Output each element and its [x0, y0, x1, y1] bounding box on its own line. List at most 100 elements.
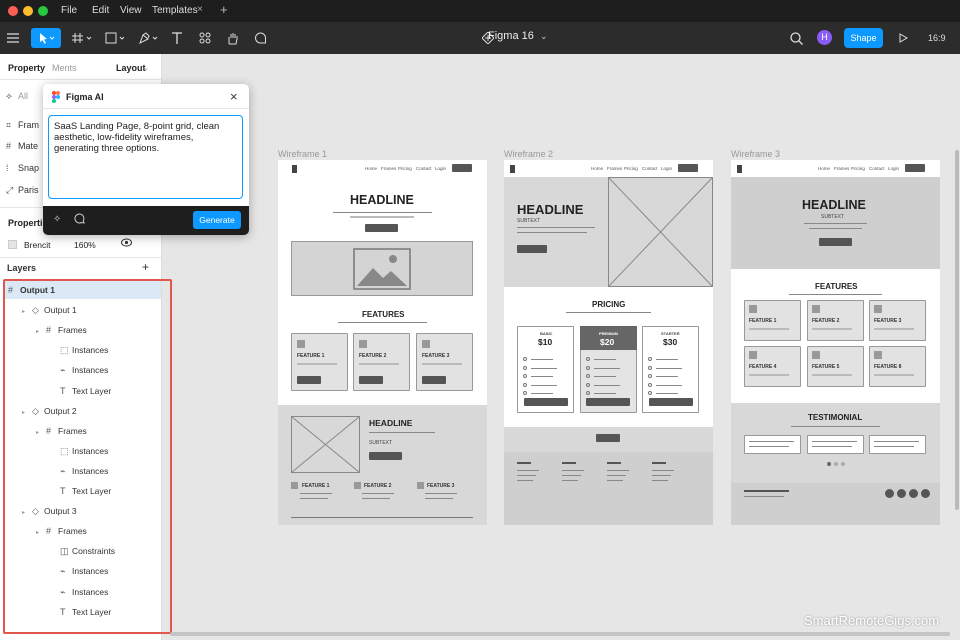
minimize-window-button[interactable]: [23, 6, 33, 16]
text-line: [874, 446, 914, 447]
plan-price: $30: [663, 337, 678, 347]
figma-logo-icon: [52, 91, 60, 105]
chevron-down-icon[interactable]: ⌄: [540, 31, 548, 42]
text-line: [425, 498, 453, 499]
close-window-button[interactable]: [8, 6, 18, 16]
wireframe-label[interactable]: Wireframe 1: [278, 149, 327, 159]
wireframe-label[interactable]: Wireframe 2: [504, 149, 553, 159]
new-tab-button[interactable]: +: [220, 2, 228, 17]
text-line: [812, 328, 852, 330]
maximize-window-button[interactable]: [38, 6, 48, 16]
feature-button: [359, 376, 383, 384]
chevron-down-icon[interactable]: ⌄: [143, 64, 149, 72]
text-line: [874, 374, 914, 376]
search-icon[interactable]: [788, 28, 804, 48]
property-name: Brencit: [24, 240, 51, 250]
eye-icon[interactable]: [121, 238, 132, 249]
section-title: FEATURES: [815, 282, 858, 291]
wireframe-3[interactable]: Home Frames Pricing Contact Login HEADLI…: [731, 160, 940, 525]
menu-edit[interactable]: Edit: [92, 5, 109, 16]
property-value[interactable]: 160%: [74, 240, 96, 250]
text-line: [656, 384, 682, 386]
check-icon: [523, 391, 527, 395]
signup-button: [905, 164, 925, 172]
wireframe-2[interactable]: Home Frames Pricing Contact Login HEADLI…: [504, 160, 713, 525]
tab-close-icon[interactable]: ×: [197, 4, 203, 15]
menu-item-snap[interactable]: ⁞ Snap: [6, 163, 39, 173]
plan-name: PREMIUM: [599, 331, 618, 336]
sparkle-icon[interactable]: ✧: [53, 214, 61, 225]
frame-tool-button[interactable]: [70, 28, 96, 48]
menu-item-paris[interactable]: ⤢ Paris: [6, 185, 39, 196]
vertical-scrollbar[interactable]: [955, 150, 959, 510]
comment-tool-button[interactable]: [252, 28, 268, 48]
pen-tool-button[interactable]: [136, 28, 162, 48]
image-placeholder: [291, 241, 473, 296]
headline: HEADLINE: [802, 198, 866, 212]
wireframe-1[interactable]: Home Frames Pricing Contact Login HEADLI…: [278, 160, 487, 525]
color-swatch[interactable]: [8, 240, 17, 249]
check-icon: [586, 382, 590, 387]
tab-property[interactable]: Property: [8, 63, 45, 73]
carousel-dot: [841, 462, 845, 466]
move-tool-button[interactable]: [31, 28, 61, 48]
shape-tool-button[interactable]: [103, 28, 129, 48]
text-tool-button[interactable]: [169, 28, 185, 48]
divider: [0, 257, 161, 258]
zoom-ratio[interactable]: 16:9: [928, 33, 946, 43]
text-line: [656, 359, 678, 360]
feature-title: FEATURE 1: [297, 353, 325, 359]
close-icon[interactable]: ×: [230, 89, 238, 104]
text-line: [744, 490, 789, 492]
divider: [338, 322, 427, 323]
check-icon: [648, 374, 652, 378]
add-layer-button[interactable]: +: [142, 260, 149, 274]
tab-ments[interactable]: Ments: [52, 63, 77, 73]
feature-title: FEATURE 3: [874, 318, 902, 324]
footer-link: [607, 480, 623, 481]
menu-view[interactable]: View: [120, 5, 142, 16]
testimonial-bubble: [869, 435, 926, 454]
footer-link: [562, 470, 584, 471]
tab-templates[interactable]: Templates: [152, 5, 198, 16]
menu-item-material[interactable]: # Mate: [6, 141, 38, 151]
avatar[interactable]: H: [817, 30, 832, 45]
testimonial-bubble: [807, 435, 864, 454]
divider: [333, 212, 432, 213]
text-line: [350, 216, 414, 218]
text-icon: [172, 32, 182, 44]
headline: HEADLINE: [517, 202, 584, 217]
generate-button[interactable]: Generate: [193, 211, 241, 229]
chat-icon[interactable]: [74, 213, 85, 226]
cta-button: [369, 452, 402, 460]
check-icon: [586, 391, 590, 395]
nav-link: Contact: [416, 166, 432, 171]
title-bar: File Edit View Templates × +: [0, 0, 960, 22]
horizontal-scrollbar[interactable]: [170, 632, 950, 636]
wireframe-label[interactable]: Wireframe 3: [731, 149, 780, 159]
menu-item-frame[interactable]: ⌗ Fram: [6, 120, 39, 131]
link-icon: ⤢: [6, 185, 14, 195]
cursor-icon: [40, 33, 55, 44]
text-line: [749, 328, 789, 330]
signup-button: [452, 164, 472, 172]
subtext: SUBTEXT: [821, 214, 845, 220]
resources-button[interactable]: [197, 28, 213, 48]
filter-all[interactable]: ⟡ All: [6, 91, 28, 102]
menu-file[interactable]: File: [61, 5, 77, 16]
main-menu-icon[interactable]: [5, 28, 21, 48]
components-icon: [199, 32, 211, 44]
prompt-input[interactable]: SaaS Landing Page, 8-point grid, clean a…: [48, 115, 243, 199]
text-line: [656, 367, 682, 369]
carousel-dot: [827, 462, 831, 466]
present-icon[interactable]: [897, 28, 909, 48]
hand-tool-button[interactable]: [224, 28, 240, 48]
file-name[interactable]: Figma 16: [488, 30, 534, 42]
text-line: [422, 363, 462, 365]
text-line: [749, 446, 789, 447]
feature-icon: [354, 482, 361, 489]
share-button[interactable]: Shape: [844, 28, 883, 48]
section-title: TESTIMONIAL: [808, 413, 863, 422]
image-icon: [353, 248, 411, 290]
tab-layout[interactable]: Layout: [116, 63, 146, 73]
